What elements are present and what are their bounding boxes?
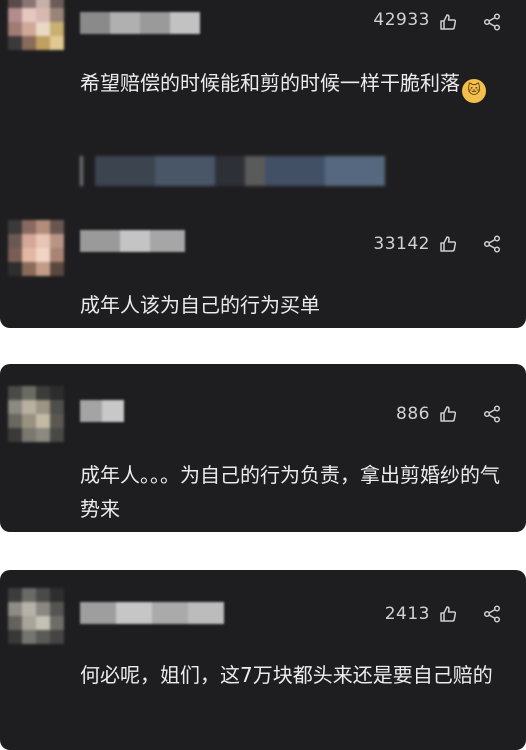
comment-text: 成年人。。。为自己的行为负责，拿出剪婚纱的气势来	[80, 463, 500, 521]
comment-text: 成年人该为自己的行为买单	[80, 293, 320, 317]
share-icon[interactable]	[482, 604, 502, 624]
thumbs-up-icon[interactable]	[438, 234, 458, 254]
thumbs-up-icon[interactable]	[438, 404, 458, 424]
avatar[interactable]	[8, 220, 64, 276]
username[interactable]	[80, 602, 224, 624]
thumbs-up-icon[interactable]	[438, 12, 458, 32]
reply-preview[interactable]	[80, 154, 400, 188]
comment-text: 希望赔偿的时候能和剪的时候一样干脆利落 🐱	[80, 66, 510, 103]
username[interactable]	[80, 230, 185, 252]
username[interactable]	[80, 400, 124, 422]
like-count: 2413	[384, 604, 430, 624]
comment-card-3: 2413 何必呢，姐们，这7万块都头来还是要自己赔的	[0, 570, 526, 750]
share-icon[interactable]	[482, 12, 502, 32]
comment-item: 33142 成年人该为自己的行为买单	[0, 214, 526, 328]
comment-text-content: 希望赔偿的时候能和剪的时候一样干脆利落	[80, 71, 460, 95]
avatar[interactable]	[8, 386, 64, 442]
comment-card-1: 42933 希望赔偿的时候能和剪的时候一样干脆利落 🐱 33142 成年人该为自己…	[0, 0, 526, 328]
share-icon[interactable]	[482, 404, 502, 424]
username[interactable]	[80, 12, 200, 34]
avatar[interactable]	[8, 588, 64, 644]
share-icon[interactable]	[482, 234, 502, 254]
comment-item: 42933 希望赔偿的时候能和剪的时候一样干脆利落 🐱	[0, 0, 526, 200]
comment-item: 886 成年人。。。为自己的行为负责，拿出剪婚纱的气势来	[0, 364, 526, 532]
like-count: 886	[396, 404, 430, 424]
like-count: 42933	[373, 10, 430, 30]
like-count: 33142	[373, 234, 430, 254]
thumbs-up-icon[interactable]	[438, 604, 458, 624]
emoji-icon: 🐱	[462, 79, 486, 103]
avatar[interactable]	[8, 0, 64, 50]
comment-item: 2413 何必呢，姐们，这7万块都头来还是要自己赔的	[0, 570, 526, 750]
comment-text: 何必呢，姐们，这7万块都头来还是要自己赔的	[80, 663, 493, 687]
comment-card-2: 886 成年人。。。为自己的行为负责，拿出剪婚纱的气势来	[0, 364, 526, 532]
